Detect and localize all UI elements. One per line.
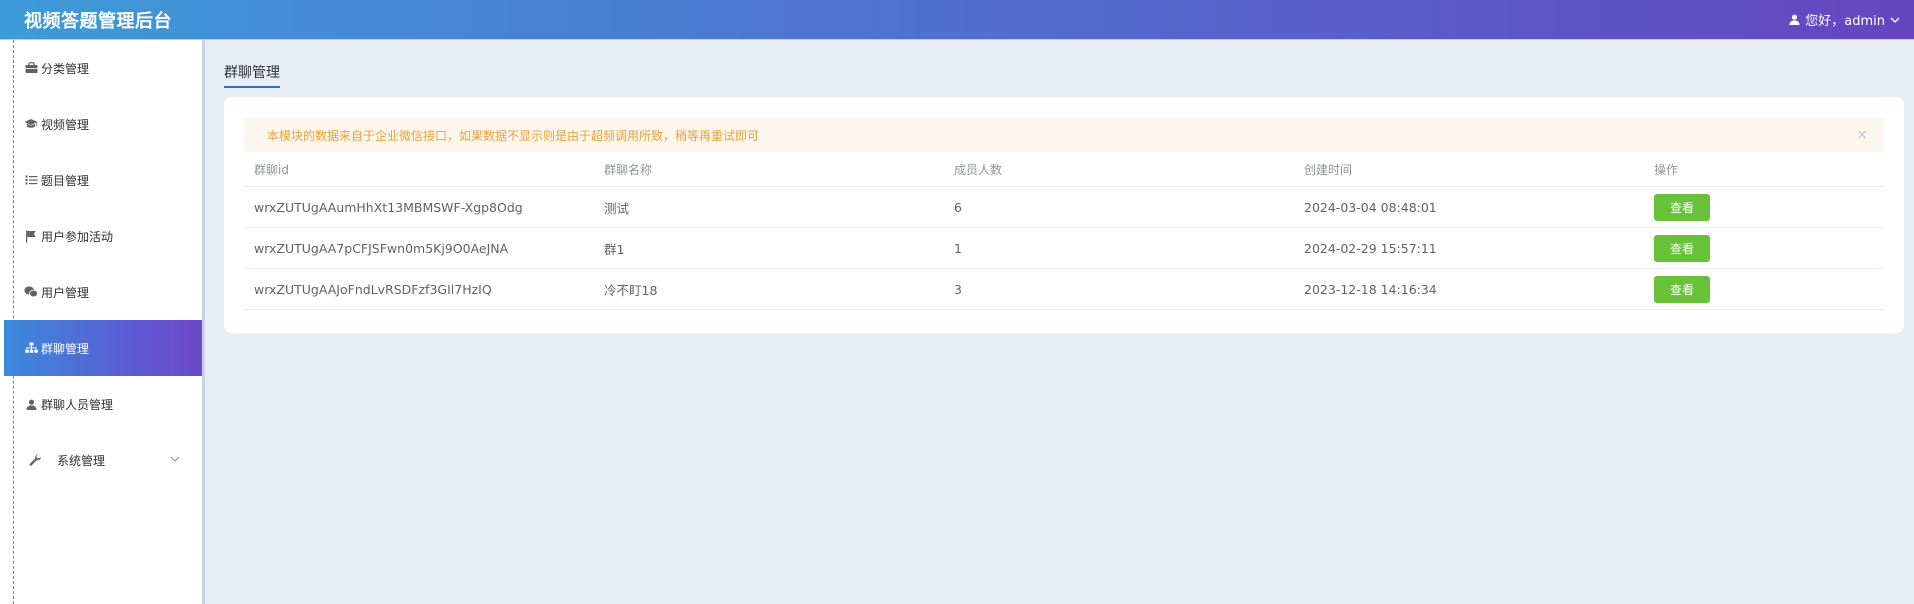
sidebar-item-users[interactable]: 用户管理: [0, 264, 202, 320]
sidebar-item-label: 系统管理: [57, 453, 106, 468]
flag-icon: [24, 229, 38, 243]
cell-members: 3: [954, 281, 962, 297]
sidebar-item-system[interactable]: 系统管理: [0, 432, 202, 488]
cell-members: 6: [954, 199, 962, 215]
user-menu[interactable]: 您好，admin: [1789, 10, 1914, 29]
view-button[interactable]: 查看: [1654, 275, 1710, 303]
wechat-icon: [24, 285, 38, 299]
cell-action: 查看: [1644, 275, 1884, 303]
view-button[interactable]: 查看: [1654, 193, 1710, 221]
cell-name: 冷不盯18: [604, 282, 658, 298]
view-button[interactable]: 查看: [1654, 234, 1710, 262]
cell-members: 1: [954, 240, 962, 256]
cell-name: 群1: [604, 241, 625, 257]
alert-text: 本模块的数据来自于企业微信接口，如果数据不显示则是由于超频调用所致，稍等再重试即…: [267, 128, 760, 143]
graduation-cap-icon: [24, 117, 38, 131]
cell-id: wrxZUTUgAAumHhXt13MBMSWF-Xgp8Odg: [254, 199, 523, 215]
column-header-name: 群聊名称: [604, 163, 653, 177]
sidebar-item-label: 题目管理: [41, 173, 90, 188]
page-title: 群聊管理: [224, 62, 280, 88]
briefcase-icon: [24, 61, 38, 75]
sidebar-item-label: 群聊人员管理: [41, 397, 114, 412]
column-header-action: 操作: [1654, 163, 1679, 177]
cell-action: 查看: [1644, 234, 1884, 262]
content-card: 本模块的数据来自于企业微信接口，如果数据不显示则是由于超频调用所致，稍等再重试即…: [224, 97, 1904, 333]
sidebar-item-category[interactable]: 分类管理: [0, 40, 202, 96]
table-row: wrxZUTUgAA7pCFJSFwn0m5Kj9O0AeJNA 群1 1 20…: [244, 228, 1884, 269]
app-title: 视频答题管理后台: [24, 10, 172, 32]
cell-action: 查看: [1644, 193, 1884, 221]
column-header-members: 成员人数: [954, 163, 1003, 177]
cell-created: 2023-12-18 14:16:34: [1304, 281, 1437, 297]
sidebar: 分类管理 视频管理 题目管理 用户参加活动 用户管理 群聊管理 群聊人员管理 系…: [0, 40, 205, 604]
chevron-down-icon: [170, 453, 180, 467]
user-icon: [24, 397, 38, 411]
sidebar-item-label: 分类管理: [41, 61, 90, 76]
sitemap-icon: [24, 341, 38, 355]
sidebar-item-user-activity[interactable]: 用户参加活动: [0, 208, 202, 264]
wrench-icon: [28, 453, 42, 467]
cell-id: wrxZUTUgAAJoFndLvRSDFzf3GIl7HzIQ: [254, 281, 492, 297]
sidebar-item-group-chat[interactable]: 群聊管理: [4, 320, 202, 376]
sidebar-item-label: 用户参加活动: [41, 229, 114, 244]
group-chat-table: 群聊id 群聊名称 成员人数 创建时间 操作 wrxZUTUgAAumHhXt1…: [244, 153, 1884, 310]
sidebar-item-questions[interactable]: 题目管理: [0, 152, 202, 208]
sidebar-item-label: 用户管理: [41, 285, 90, 300]
table-row: wrxZUTUgAAJoFndLvRSDFzf3GIl7HzIQ 冷不盯18 3…: [244, 269, 1884, 310]
sidebar-item-label: 视频管理: [41, 117, 90, 132]
user-greeting: 您好，admin: [1805, 14, 1885, 29]
top-header: 视频答题管理后台 您好，admin: [0, 0, 1914, 40]
table-header: 群聊id 群聊名称 成员人数 创建时间 操作: [244, 153, 1884, 187]
table-row: wrxZUTUgAAumHhXt13MBMSWF-Xgp8Odg 测试 6 20…: [244, 187, 1884, 228]
sidebar-item-label: 群聊管理: [41, 341, 90, 356]
cell-id: wrxZUTUgAA7pCFJSFwn0m5Kj9O0AeJNA: [254, 240, 509, 256]
sidebar-item-group-members[interactable]: 群聊人员管理: [0, 376, 202, 432]
sidebar-item-video[interactable]: 视频管理: [0, 96, 202, 152]
warning-alert: 本模块的数据来自于企业微信接口，如果数据不显示则是由于超频调用所致，稍等再重试即…: [244, 118, 1884, 152]
column-header-created: 创建时间: [1304, 163, 1353, 177]
column-header-id: 群聊id: [254, 163, 289, 177]
list-icon: [24, 173, 38, 187]
close-icon[interactable]: ×: [1856, 127, 1868, 143]
cell-name: 测试: [604, 200, 630, 216]
user-icon: [1789, 14, 1800, 25]
cell-created: 2024-02-29 15:57:11: [1304, 240, 1437, 256]
chevron-down-icon: [1890, 15, 1900, 25]
cell-created: 2024-03-04 08:48:01: [1304, 199, 1437, 215]
main-content: 群聊管理 本模块的数据来自于企业微信接口，如果数据不显示则是由于超频调用所致，稍…: [208, 40, 1914, 604]
